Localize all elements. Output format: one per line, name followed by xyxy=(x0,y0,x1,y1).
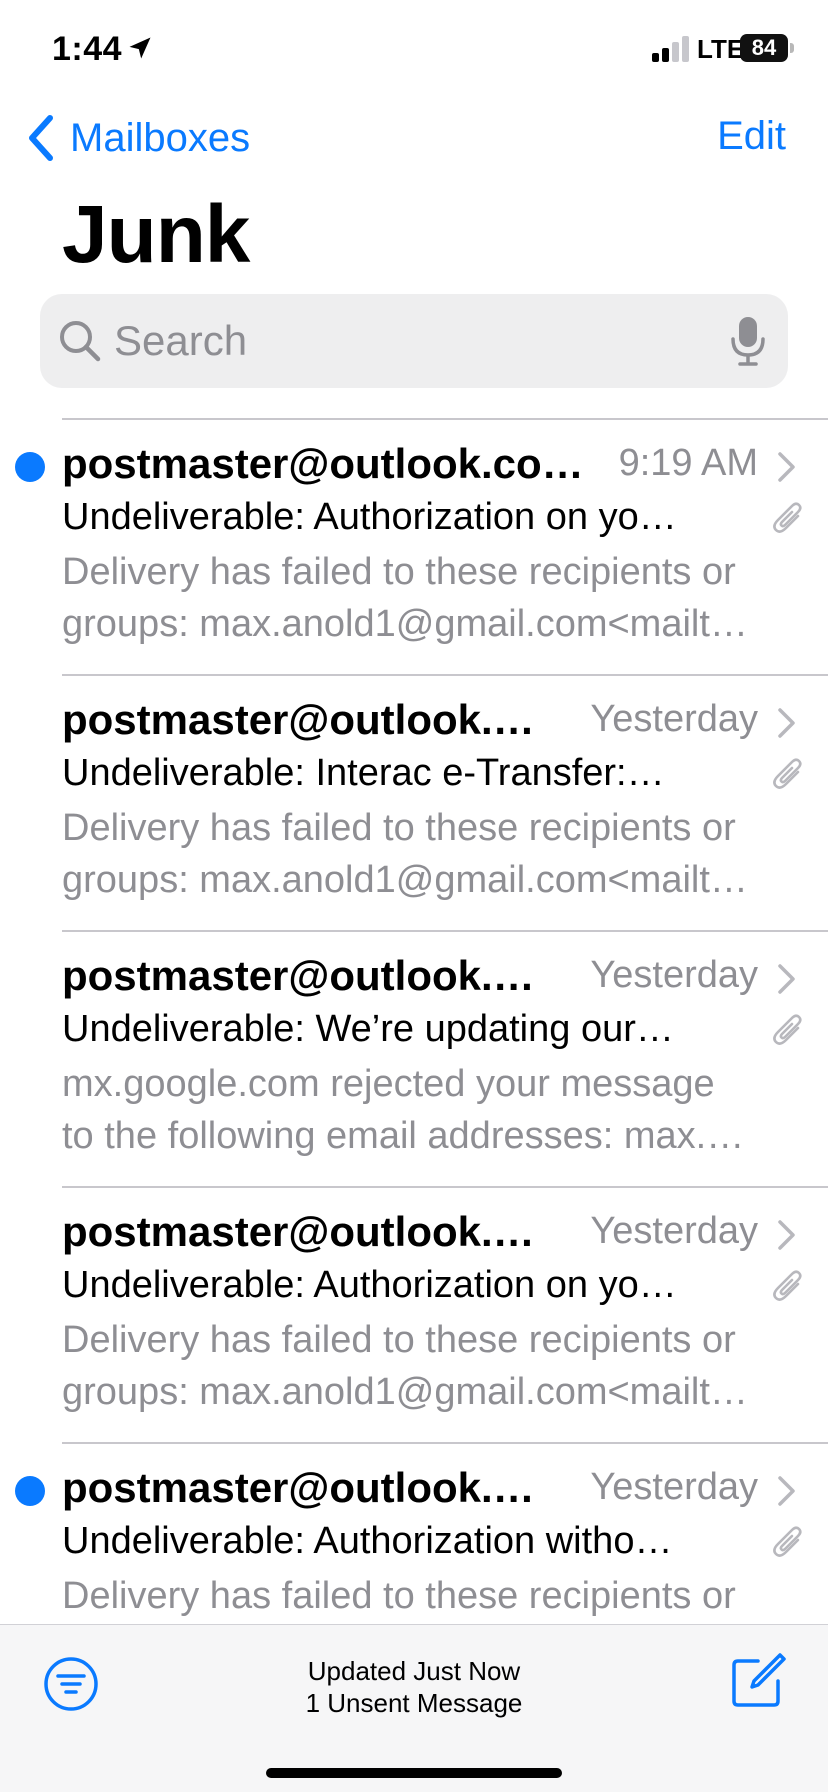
search-icon xyxy=(60,321,101,362)
chevron-left-icon xyxy=(29,115,53,161)
mail-sender: postmaster@outlook.… xyxy=(62,696,535,743)
mail-preview-line: Delivery has failed to these recipients … xyxy=(62,1319,736,1361)
row-divider xyxy=(62,674,828,676)
mail-preview: mx.google.com rejected your message to t… xyxy=(62,1058,798,1162)
microphone-icon[interactable] xyxy=(730,315,766,367)
mail-list: postmaster@outlook.co… 9:19 AM Undeliver… xyxy=(0,418,828,1698)
mail-subject: Undeliverable: We’re updating our… xyxy=(62,1008,674,1050)
page-title: Junk xyxy=(62,189,250,280)
edit-button[interactable]: Edit xyxy=(717,114,786,159)
paperclip-icon xyxy=(773,758,802,789)
compose-icon[interactable] xyxy=(728,1651,788,1711)
unread-indicator xyxy=(15,452,45,482)
network-type: LTE xyxy=(697,34,745,64)
mail-preview-line: Delivery has failed to these recipients … xyxy=(62,1575,736,1617)
mail-preview: Delivery has failed to these recipients … xyxy=(62,546,798,650)
mail-preview-line: mx.google.com rejected your message xyxy=(62,1063,715,1105)
mail-preview-line: groups: max.anold1@gmail.com<mailt… xyxy=(62,1371,748,1413)
back-button-label: Mailboxes xyxy=(70,115,251,160)
mail-preview: Delivery has failed to these recipients … xyxy=(62,802,798,906)
back-button[interactable]: Mailboxes xyxy=(24,110,250,166)
mail-time: Yesterday xyxy=(590,1466,758,1508)
bottom-toolbar: Updated Just Now 1 Unsent Message xyxy=(0,1624,828,1792)
mail-row[interactable]: postmaster@outlook.… Yesterday Undeliver… xyxy=(0,674,828,930)
mail-preview-line: groups: max.anold1@gmail.com<mailt… xyxy=(62,603,748,645)
row-divider xyxy=(62,1442,828,1444)
mailbox-status: Updated Just Now 1 Unsent Message xyxy=(0,1655,828,1719)
mail-time: Yesterday xyxy=(590,954,758,996)
chevron-right-icon xyxy=(778,708,795,738)
mail-row[interactable]: postmaster@outlook.… Yesterday Undeliver… xyxy=(0,1186,828,1442)
mail-time: Yesterday xyxy=(590,1210,758,1252)
mail-preview-line: groups: max.anold1@gmail.com<mailt… xyxy=(62,859,748,901)
mail-subject: Undeliverable: Interac e-Transfer:… xyxy=(62,752,665,794)
mail-sender: postmaster@outlook.… xyxy=(62,952,535,999)
chevron-right-icon xyxy=(778,452,795,482)
unread-indicator xyxy=(15,1476,45,1506)
status-bar: 1:44 LTE 84 xyxy=(0,0,828,100)
search-bar[interactable] xyxy=(40,294,788,388)
location-arrow-icon xyxy=(129,37,151,59)
mail-row[interactable]: postmaster@outlook.… Yesterday Undeliver… xyxy=(0,930,828,1186)
row-divider xyxy=(62,1186,828,1188)
paperclip-icon xyxy=(773,502,802,533)
mail-junk-screen: 1:44 LTE 84 Mailboxes Edit Junk Search p… xyxy=(0,0,828,1792)
home-indicator xyxy=(266,1768,562,1778)
cellular-signal-icon xyxy=(652,36,689,62)
mail-subject: Undeliverable: Authorization on yo… xyxy=(62,1264,677,1306)
row-divider xyxy=(62,930,828,932)
battery-icon: 84 xyxy=(740,34,788,62)
chevron-right-icon xyxy=(778,1220,795,1250)
row-divider xyxy=(62,418,828,420)
paperclip-icon xyxy=(773,1526,802,1557)
chevron-right-icon xyxy=(778,1476,795,1506)
search-input[interactable] xyxy=(112,316,730,366)
mail-sender: postmaster@outlook.… xyxy=(62,1464,535,1511)
status-time: 1:44 xyxy=(52,30,123,68)
paperclip-icon xyxy=(773,1014,802,1045)
mail-sender: postmaster@outlook.co… xyxy=(62,440,584,487)
mail-preview-line: Delivery has failed to these recipients … xyxy=(62,807,736,849)
status-unsent: 1 Unsent Message xyxy=(305,1688,523,1718)
mail-preview: Delivery has failed to these recipients … xyxy=(62,1570,798,1622)
battery-tip xyxy=(790,43,794,53)
chevron-right-icon xyxy=(778,964,795,994)
status-updated: Updated Just Now xyxy=(307,1656,521,1686)
mail-time: 9:19 AM xyxy=(618,442,758,484)
mail-time: Yesterday xyxy=(590,698,758,740)
mail-preview-line: to the following email addresses: max.… xyxy=(62,1115,745,1157)
mail-subject: Undeliverable: Authorization on yo… xyxy=(62,496,677,538)
mail-subject: Undeliverable: Authorization witho… xyxy=(62,1520,673,1562)
paperclip-icon xyxy=(773,1270,802,1301)
mail-preview-line: Delivery has failed to these recipients … xyxy=(62,551,736,593)
mail-sender: postmaster@outlook.… xyxy=(62,1208,535,1255)
mail-row[interactable]: postmaster@outlook.co… 9:19 AM Undeliver… xyxy=(0,418,828,674)
mail-preview: Delivery has failed to these recipients … xyxy=(62,1314,798,1418)
